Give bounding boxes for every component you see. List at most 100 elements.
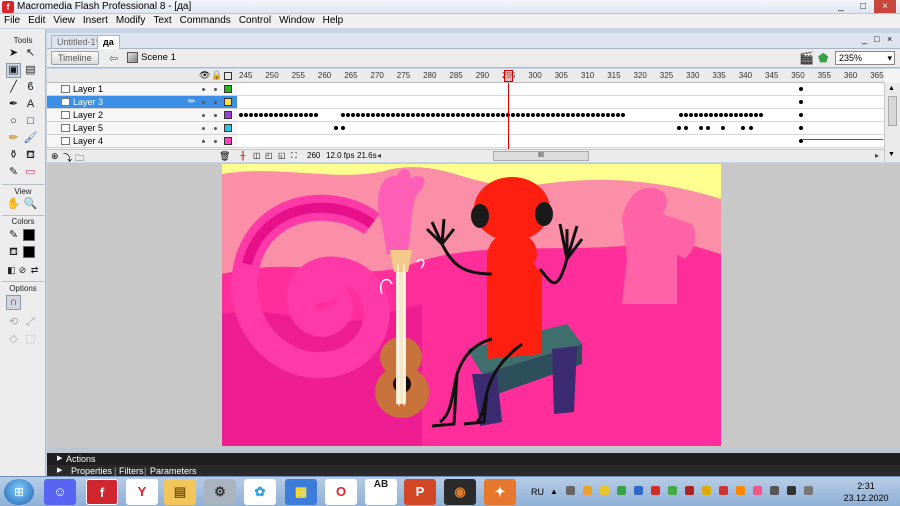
keyframe[interactable]: [451, 113, 455, 117]
keyframe[interactable]: [456, 113, 460, 117]
keyframe[interactable]: [289, 113, 293, 117]
menu-edit[interactable]: Edit: [24, 14, 49, 27]
keyframe[interactable]: [244, 113, 248, 117]
outline-icon[interactable]: [224, 72, 232, 80]
scroll-left-icon[interactable]: ◂: [377, 151, 381, 160]
tray-app-icon[interactable]: [668, 486, 677, 495]
eraser-tool-icon[interactable]: ▭: [23, 165, 38, 180]
frame-row[interactable]: [237, 83, 884, 96]
keyframe[interactable]: [704, 113, 708, 117]
keyframe[interactable]: [684, 113, 688, 117]
panel-splitter[interactable]: [47, 448, 900, 453]
keyframe[interactable]: [531, 113, 535, 117]
keyframe[interactable]: [376, 113, 380, 117]
vscroll-thumb[interactable]: [888, 96, 897, 126]
onion-skin-icon[interactable]: ◫: [253, 151, 261, 160]
keyframe[interactable]: [249, 113, 253, 117]
lock-dot[interactable]: [214, 140, 217, 143]
lock-dot[interactable]: [214, 114, 217, 117]
keyframe[interactable]: [799, 100, 803, 104]
app-icon[interactable]: ✦: [484, 479, 516, 505]
keyframe[interactable]: [239, 113, 243, 117]
keyframe[interactable]: [799, 126, 803, 130]
zoom-tool-icon[interactable]: 🔍: [23, 197, 38, 212]
paint-icon[interactable]: ▦: [285, 479, 317, 505]
tab-da[interactable]: да: [97, 35, 120, 49]
keyframe[interactable]: [749, 126, 753, 130]
stroke-color-icon[interactable]: ✎: [6, 228, 21, 243]
keyframe[interactable]: [571, 113, 575, 117]
keyframe[interactable]: [416, 113, 420, 117]
delete-layer-icon[interactable]: 🗑: [219, 151, 230, 162]
actions-label[interactable]: Actions: [66, 453, 96, 465]
doc-minimize-button[interactable]: _: [862, 34, 867, 44]
keyframe[interactable]: [411, 113, 415, 117]
keyframe[interactable]: [441, 113, 445, 117]
stage-canvas[interactable]: [222, 164, 721, 446]
pencil-tool-icon[interactable]: ✏: [6, 131, 21, 146]
tray-app-icon[interactable]: [566, 486, 575, 495]
tray-app-icon[interactable]: [770, 486, 779, 495]
keyframe[interactable]: [566, 113, 570, 117]
keyframe[interactable]: [611, 113, 615, 117]
tray-app-icon[interactable]: [651, 486, 660, 495]
doc-close-button[interactable]: ×: [887, 34, 892, 44]
minimize-button[interactable]: _: [830, 0, 852, 13]
keyframe[interactable]: [561, 113, 565, 117]
edit-multiple-frames-icon[interactable]: ◱: [278, 151, 286, 160]
menu-view[interactable]: View: [49, 14, 79, 27]
keyframe[interactable]: [279, 113, 283, 117]
timeline-vscroll[interactable]: ▲ ▼: [884, 83, 900, 162]
doc-restore-button[interactable]: □: [874, 34, 879, 44]
keyframe[interactable]: [616, 113, 620, 117]
show-hidden-icons-icon[interactable]: ▲: [550, 487, 558, 496]
back-arrow-icon[interactable]: ⇦: [109, 52, 118, 65]
keyframe[interactable]: [386, 113, 390, 117]
actions-panel-bar[interactable]: ▶ Actions: [47, 453, 900, 465]
gradient-transform-tool-icon[interactable]: ▤: [23, 63, 38, 78]
keyframe[interactable]: [586, 113, 590, 117]
frame-row[interactable]: [237, 109, 884, 122]
keyframe[interactable]: [299, 113, 303, 117]
keyframe[interactable]: [486, 113, 490, 117]
keyframe[interactable]: [406, 113, 410, 117]
keyframe[interactable]: [334, 126, 338, 130]
keyframe[interactable]: [476, 113, 480, 117]
eye-icon[interactable]: 👁: [199, 70, 210, 81]
distort-icon[interactable]: ◇: [6, 332, 21, 347]
layer-row[interactable]: Layer 5: [47, 122, 237, 135]
visibility-dot[interactable]: [202, 114, 205, 117]
tray-app-icon[interactable]: [736, 486, 745, 495]
rotate-skew-icon[interactable]: ⟲: [6, 315, 21, 330]
keyframe[interactable]: [526, 113, 530, 117]
oval-tool-icon[interactable]: ○: [6, 114, 21, 129]
menu-help[interactable]: Help: [319, 14, 348, 27]
keyframe[interactable]: [581, 113, 585, 117]
keyframe[interactable]: [304, 113, 308, 117]
layer-row[interactable]: Layer 3 ✏: [47, 96, 237, 109]
keyframe[interactable]: [254, 113, 258, 117]
keyframe[interactable]: [461, 113, 465, 117]
keyframe[interactable]: [356, 113, 360, 117]
keyframe[interactable]: [541, 113, 545, 117]
keyframe[interactable]: [314, 113, 318, 117]
tray-app-icon[interactable]: [634, 486, 643, 495]
envelope-icon[interactable]: ⬚: [23, 332, 38, 347]
fill-color-swatch[interactable]: [23, 246, 35, 258]
swap-colors-icon[interactable]: ⇄: [27, 263, 42, 278]
layer-color-swatch[interactable]: [224, 85, 232, 93]
lasso-tool-icon[interactable]: ϐ: [23, 80, 38, 95]
keyframe[interactable]: [699, 126, 703, 130]
keyframe[interactable]: [436, 113, 440, 117]
keyframe[interactable]: [496, 113, 500, 117]
menu-insert[interactable]: Insert: [79, 14, 112, 27]
keyframe[interactable]: [466, 113, 470, 117]
subselection-tool-icon[interactable]: ↖: [23, 46, 38, 61]
selection-tool-icon[interactable]: ➤: [6, 46, 21, 61]
abbyy-icon[interactable]: AB: [365, 479, 397, 505]
keyframe[interactable]: [679, 113, 683, 117]
tray-app-icon[interactable]: [600, 486, 609, 495]
snap-to-objects-icon[interactable]: ∩: [6, 295, 21, 310]
tray-app-icon[interactable]: [753, 486, 762, 495]
keyframe[interactable]: [431, 113, 435, 117]
